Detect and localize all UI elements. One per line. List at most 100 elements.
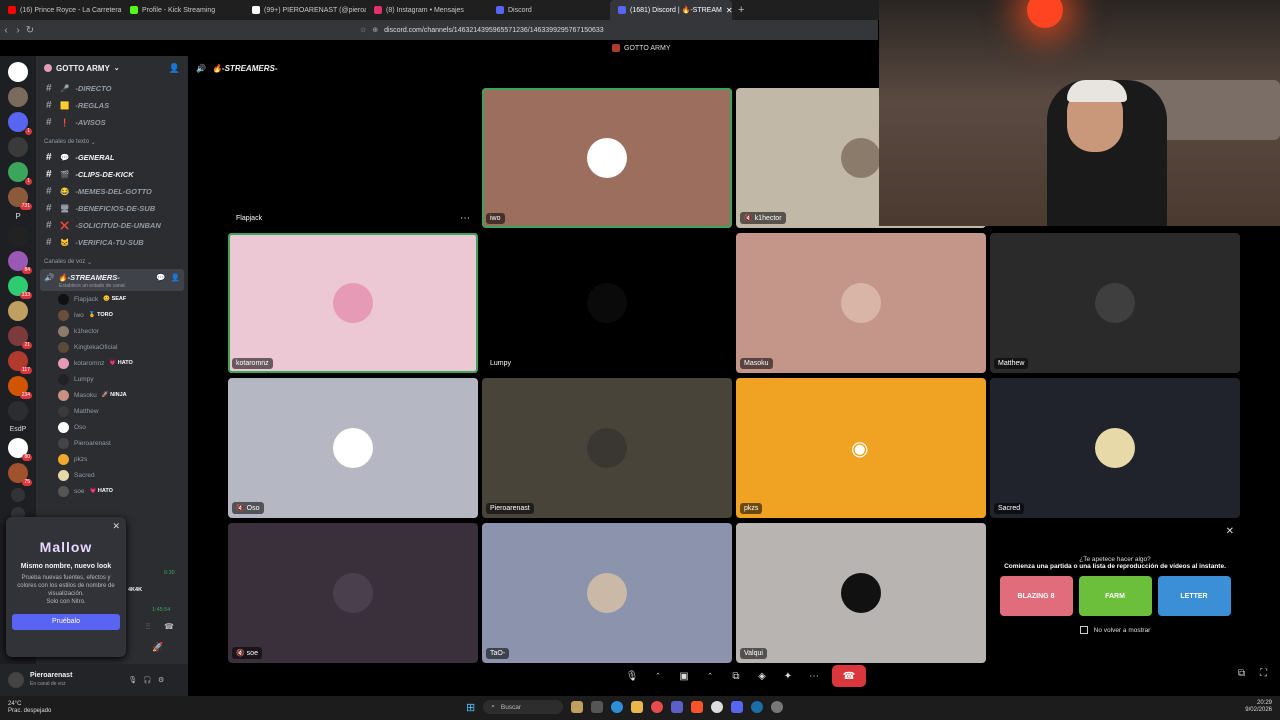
server-icon[interactable] <box>8 301 28 321</box>
task-view-icon[interactable] <box>591 701 604 713</box>
clock[interactable]: 20:29 9/02/2026 <box>1245 700 1272 714</box>
voice-member[interactable]: k1hector <box>36 323 188 339</box>
browser-tab[interactable]: (16) Prince Royce - La Carretera (Letr <box>0 0 122 20</box>
channel-avisos[interactable]: # ❗ -AVISOS <box>36 114 188 131</box>
server-icon[interactable]: 1 <box>8 162 32 185</box>
channel-general[interactable]: # 💬 -GENERAL <box>36 149 188 166</box>
back-arrow-icon[interactable]: ‹ <box>0 25 12 36</box>
checkbox[interactable] <box>1079 626 1088 634</box>
server-icon[interactable]: 80 <box>8 438 32 461</box>
forward-arrow-icon[interactable]: › <box>12 25 24 36</box>
server-icon[interactable]: 84 <box>8 251 32 274</box>
channel-solicitud-de-unban[interactable]: # ❌ -SOLICITUD-DE-UNBAN <box>36 217 188 234</box>
try-it-button[interactable]: Pruébalo <box>12 614 120 630</box>
video-tile[interactable]: 🔇 Oso <box>228 378 478 518</box>
obs-icon[interactable] <box>711 701 724 713</box>
chevron-up-icon[interactable]: ⌃ <box>650 672 666 680</box>
server-icon[interactable]: 731 <box>8 187 32 210</box>
voice-member[interactable]: Lumpy <box>36 371 188 387</box>
voice-member[interactable]: Sacred <box>36 467 188 483</box>
add-server-icon[interactable] <box>11 488 25 502</box>
site-info-icon[interactable]: ⊕ <box>372 26 378 34</box>
channel-reglas[interactable]: # 🟨 -REGLAS <box>36 97 188 114</box>
voice-member[interactable]: soe 💗 HATO <box>36 483 188 499</box>
server-header[interactable]: GOTTO ARMY ⌄ 👤 <box>36 56 188 80</box>
reload-icon[interactable]: ↻ <box>24 25 36 36</box>
headset-icon[interactable]: 🎧 <box>143 676 152 684</box>
browser-tab[interactable]: Discord <box>488 0 610 20</box>
voice-member[interactable]: iwo 🏅 TORO <box>36 307 188 323</box>
text-category[interactable]: Canales de texto ⌄ <box>36 135 188 149</box>
server-icon[interactable]: 234 <box>8 376 32 399</box>
teams-icon[interactable] <box>671 701 684 713</box>
browser-tab[interactable]: (8) Instagram • Mensajes <box>366 0 488 20</box>
voice-member[interactable]: Matthew <box>36 403 188 419</box>
settings-icon[interactable] <box>771 701 784 713</box>
file-explorer-icon[interactable] <box>631 701 644 713</box>
activity-icon[interactable]: 🚀 <box>152 642 163 653</box>
url-field[interactable]: ☆ ⊕ discord.com/channels/146321439596557… <box>50 26 878 35</box>
store-icon[interactable] <box>651 701 664 713</box>
voice-channel[interactable]: 🔊 🔥-STREAMERS- 💬 👤 Establece un estado d… <box>40 269 184 291</box>
server-icon[interactable] <box>8 226 28 246</box>
video-tile[interactable]: Pieroarenast <box>482 378 732 518</box>
add-member-icon[interactable]: 👤 <box>169 63 180 74</box>
voice-member[interactable]: Pieroarenast <box>36 435 188 451</box>
server-icon[interactable]: 21 <box>8 326 32 349</box>
hang-up-button[interactable]: ☎ <box>832 665 866 687</box>
video-tile[interactable]: Sacred <box>990 378 1240 518</box>
video-tile[interactable]: iwo <box>482 88 732 228</box>
video-tile[interactable]: 🔇 soe <box>228 523 478 663</box>
avatar[interactable] <box>8 672 24 688</box>
bookmark-icon[interactable]: ☆ <box>360 26 366 34</box>
popout-icon[interactable]: ⧉ <box>1238 668 1245 679</box>
game-card[interactable]: LETTER <box>1157 576 1231 616</box>
steam-icon[interactable] <box>751 701 764 713</box>
weather-widget[interactable]: 24°C Prac. despejado <box>0 701 80 715</box>
voice-category[interactable]: Canales de voz ⌄ <box>36 255 188 269</box>
voice-member[interactable]: Masoku 🚀 NINJA <box>36 387 188 403</box>
chevron-up-icon[interactable]: ⌃ <box>702 672 718 680</box>
voice-member[interactable]: KingtekaOficial <box>36 339 188 355</box>
video-tile[interactable]: ◉ pkzs <box>736 378 986 518</box>
widgets-icon[interactable] <box>571 701 584 713</box>
video-tile[interactable]: TaO- <box>482 523 732 663</box>
voice-member[interactable]: kotaromnz 💗 HATO <box>36 355 188 371</box>
server-icon[interactable]: 1 <box>8 112 32 135</box>
soundboard-icon[interactable]: ✦ <box>780 671 796 682</box>
add-user-icon[interactable]: 👤 <box>171 273 180 282</box>
soundboard-icon[interactable]: ⫶⫶ <box>146 622 150 632</box>
server-icon[interactable] <box>8 87 28 107</box>
channel-memes-del-gotto[interactable]: # 😂 -MEMES-DEL-GOTTO <box>36 183 188 200</box>
new-tab-button[interactable]: + <box>732 4 750 16</box>
video-tile[interactable]: Lumpy <box>482 233 732 373</box>
voice-status[interactable]: Establece un estado de canal <box>44 283 180 289</box>
windows-start-icon[interactable]: ⊞ <box>466 701 475 714</box>
microphone-icon[interactable]: 🎙 <box>128 676 137 684</box>
gear-icon[interactable]: ⚙ <box>158 676 164 684</box>
edge-icon[interactable] <box>611 701 624 713</box>
screen-share-icon[interactable]: ⧉ <box>728 671 744 682</box>
channel-clips-de-kick[interactable]: # 🎬 -CLIPS-DE-KICK <box>36 166 188 183</box>
browser-tab[interactable]: (99+) PIEROARENAST (@pieroare <box>244 0 366 20</box>
close-icon[interactable]: ✕ <box>1226 526 1234 537</box>
browser-tab[interactable]: Profile - Kick Streaming <box>122 0 244 20</box>
disconnect-icon[interactable]: ☎ <box>164 622 174 631</box>
channel-beneficios-de-sub[interactable]: # 🖥 -BENEFICIOS-DE-SUB <box>36 200 188 217</box>
brave-icon[interactable] <box>691 701 704 713</box>
server-icon[interactable] <box>8 137 28 157</box>
dont-show-again[interactable]: No volver a mostrar <box>990 626 1240 634</box>
voice-member[interactable]: pkzs <box>36 451 188 467</box>
search-box[interactable]: ⌕ Buscar <box>483 700 564 714</box>
chat-icon[interactable]: 💬 <box>156 273 165 282</box>
activities-icon[interactable]: ◈ <box>754 671 770 682</box>
voice-member[interactable]: Flapjack 😊 SEAF <box>36 291 188 307</box>
server-icon[interactable] <box>8 62 28 82</box>
close-icon[interactable]: ✕ <box>112 521 120 532</box>
camera-off-icon[interactable]: ▣ <box>676 671 692 682</box>
channel-verifica-tu-sub[interactable]: # 🐱 -VERIFICA-TU-SUB <box>36 234 188 251</box>
video-tile[interactable]: Valqui <box>736 523 986 663</box>
channel-directo[interactable]: # 🎤 -DIRECTO <box>36 80 188 97</box>
server-icon[interactable]: 117 <box>8 351 32 374</box>
server-icon[interactable]: 333 <box>8 276 32 299</box>
